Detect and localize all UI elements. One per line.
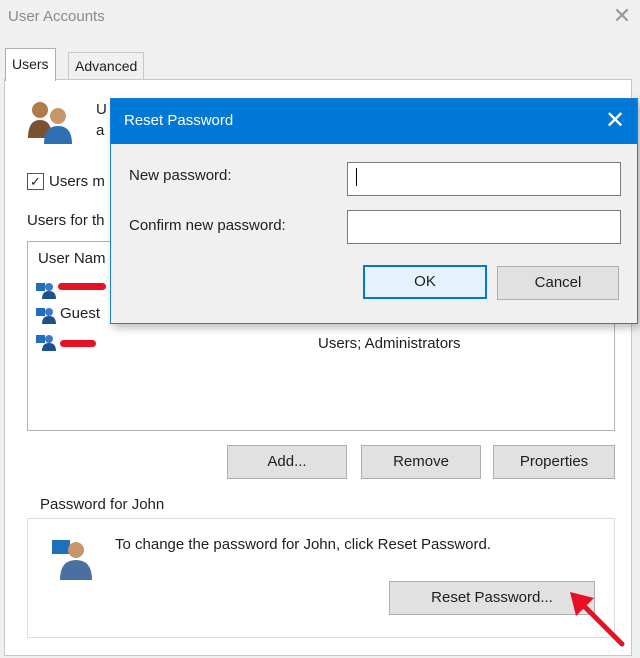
user-icon [36,281,56,299]
window-title: User Accounts [8,8,105,25]
user-name-guest: Guest [60,305,101,322]
users-for-label: Users for th [27,212,105,229]
intro-line-1: U [96,101,107,118]
close-icon[interactable]: ✕ [610,4,634,28]
confirm-password-label: Confirm new password: [129,217,286,234]
reset-password-button[interactable]: Reset Password... [389,581,595,615]
remove-button-label: Remove [393,453,449,470]
key-user-icon [50,536,94,580]
confirm-password-field[interactable] [347,210,621,244]
password-group-description: To change the password for John, click R… [115,536,492,553]
tab-advanced[interactable]: Advanced [68,52,145,79]
dialog-title: Reset Password [124,112,234,129]
user-group: Users; Administrators [318,335,461,352]
user-icon [36,306,56,324]
add-button[interactable]: Add... [227,445,347,479]
tab-users[interactable]: Users [5,48,56,81]
properties-button[interactable]: Properties [493,445,615,479]
must-enter-password-checkbox[interactable]: ✓ [27,173,44,190]
cancel-button-label: Cancel [534,274,582,291]
must-enter-password-label: Users m [49,173,105,190]
properties-button-label: Properties [519,453,589,470]
ok-button-label: OK [414,273,436,290]
ok-button[interactable]: OK [363,265,487,299]
cancel-button[interactable]: Cancel [497,266,619,300]
redacted-name [58,283,106,290]
redacted-name [60,340,96,347]
reset-password-dialog: Reset Password ✕ New password: Confirm n… [110,98,638,324]
column-header-user-name[interactable]: User Nam [38,250,106,267]
remove-button[interactable]: Remove [361,445,481,479]
intro-line-2: a [96,122,105,139]
user-icon [36,333,56,351]
new-password-field[interactable] [347,162,621,196]
new-password-label: New password: [129,167,232,184]
dialog-close-icon[interactable]: ✕ [601,107,629,135]
password-group-legend: Password for John [37,496,168,513]
users-icon [26,98,74,144]
add-button-label: Add... [267,453,307,470]
reset-password-button-label: Reset Password... [431,589,553,606]
arrow-annotation-icon [566,588,628,650]
text-cursor [356,168,357,186]
